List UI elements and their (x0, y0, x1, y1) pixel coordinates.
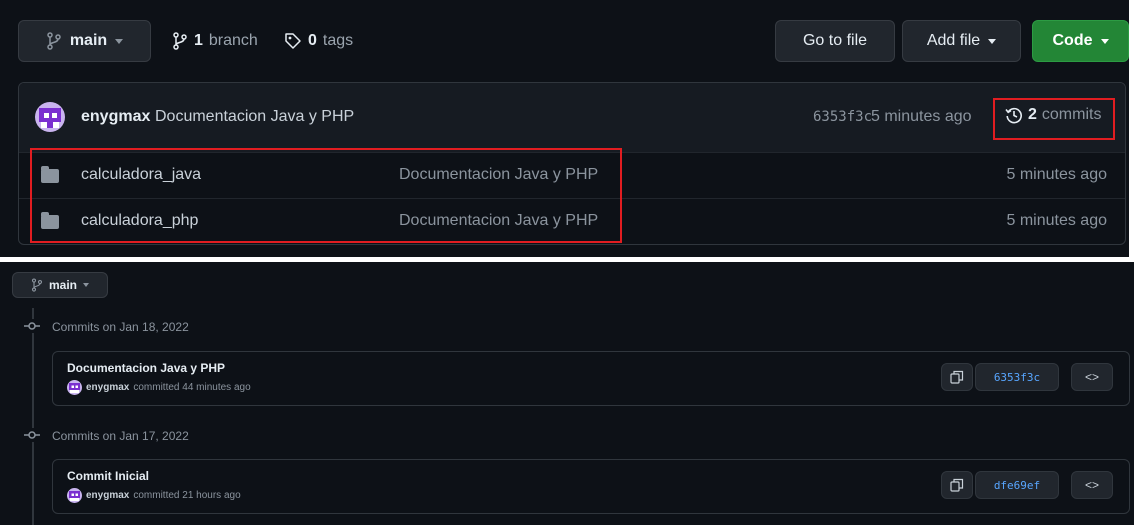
highlight-files-box (30, 148, 622, 243)
copy-icon (950, 478, 964, 492)
branches-link[interactable]: 1 branch (172, 32, 258, 50)
commits-date-heading: Commits on Jan 17, 2022 (52, 429, 189, 443)
file-age: 5 minutes ago (1006, 166, 1107, 183)
tags-count: 0 (308, 32, 317, 49)
repo-code-panel: main 1 branch 0 tags Go to file Add file… (0, 0, 1129, 257)
add-file-label: Add file (926, 32, 981, 49)
branch-icon (173, 32, 187, 50)
commit-meta: enygmax committed 44 minutes ago (67, 380, 251, 395)
file-age: 5 minutes ago (1006, 212, 1107, 229)
browse-repo-button[interactable]: <> (1071, 471, 1113, 499)
commit-title[interactable]: Documentacion Java y PHP (67, 361, 225, 375)
browse-repo-button[interactable]: <> (1071, 363, 1113, 391)
code-label: Code (1052, 32, 1093, 49)
commit-author[interactable]: enygmax (86, 382, 129, 393)
commit-dot-icon (22, 428, 42, 442)
add-file-button[interactable]: Add file (902, 20, 1021, 62)
chevron-down-icon (988, 38, 997, 44)
branch-name: main (48, 278, 77, 292)
commits-date-heading: Commits on Jan 18, 2022 (52, 320, 189, 334)
commit-age: 5 minutes ago (871, 108, 972, 125)
go-to-file-label: Go to file (802, 32, 868, 49)
author-avatar[interactable] (67, 488, 82, 503)
chevron-down-icon (115, 38, 124, 44)
copy-icon (950, 370, 964, 384)
commit-dot-icon (22, 319, 42, 333)
latest-commit-bar: enygmax Documentacion Java y PHP 6353f3c… (19, 83, 1125, 153)
commit-sha[interactable]: 6353f3c (813, 109, 872, 125)
commit-message[interactable]: Documentacion Java y PHP (155, 108, 354, 126)
commit-sha-button[interactable]: 6353f3c (975, 363, 1059, 391)
code-icon: <> (1084, 478, 1099, 492)
code-button[interactable]: Code (1032, 20, 1129, 62)
tag-icon (285, 33, 301, 49)
commit-sha-button[interactable]: dfe69ef (975, 471, 1059, 499)
commit-author[interactable]: enygmax (81, 108, 150, 126)
chevron-down-icon (83, 283, 89, 287)
timeline-line (32, 308, 34, 525)
author-avatar[interactable] (67, 380, 82, 395)
copy-sha-button[interactable] (941, 363, 973, 391)
go-to-file-button[interactable]: Go to file (775, 20, 895, 62)
commit-title[interactable]: Commit Inicial (67, 469, 149, 483)
commit-card: Documentacion Java y PHP enygmax committ… (52, 351, 1130, 406)
branch-icon (47, 32, 61, 50)
tags-link[interactable]: 0 tags (284, 32, 353, 50)
code-icon: <> (1084, 370, 1099, 384)
commit-meta: enygmax committed 21 hours ago (67, 488, 241, 503)
author-avatar[interactable] (35, 102, 65, 132)
commit-action: committed 21 hours ago (133, 490, 241, 501)
commit-action: committed 44 minutes ago (133, 382, 251, 393)
branch-icon (31, 278, 43, 292)
chevron-down-icon (1100, 38, 1109, 44)
branch-select-button[interactable]: main (18, 20, 151, 62)
highlight-commits-box (993, 98, 1115, 140)
branches-label: branch (208, 32, 258, 49)
commit-card: Commit Inicial enygmax committed 21 hour… (52, 459, 1130, 514)
copy-sha-button[interactable] (941, 471, 973, 499)
branch-name: main (69, 32, 108, 49)
commits-history-panel: main Commits on Jan 18, 2022 Documentaci… (0, 262, 1134, 525)
branch-select-button[interactable]: main (12, 272, 108, 298)
commit-author[interactable]: enygmax (86, 490, 129, 501)
tags-label: tags (322, 32, 354, 49)
branches-count: 1 (194, 32, 203, 49)
